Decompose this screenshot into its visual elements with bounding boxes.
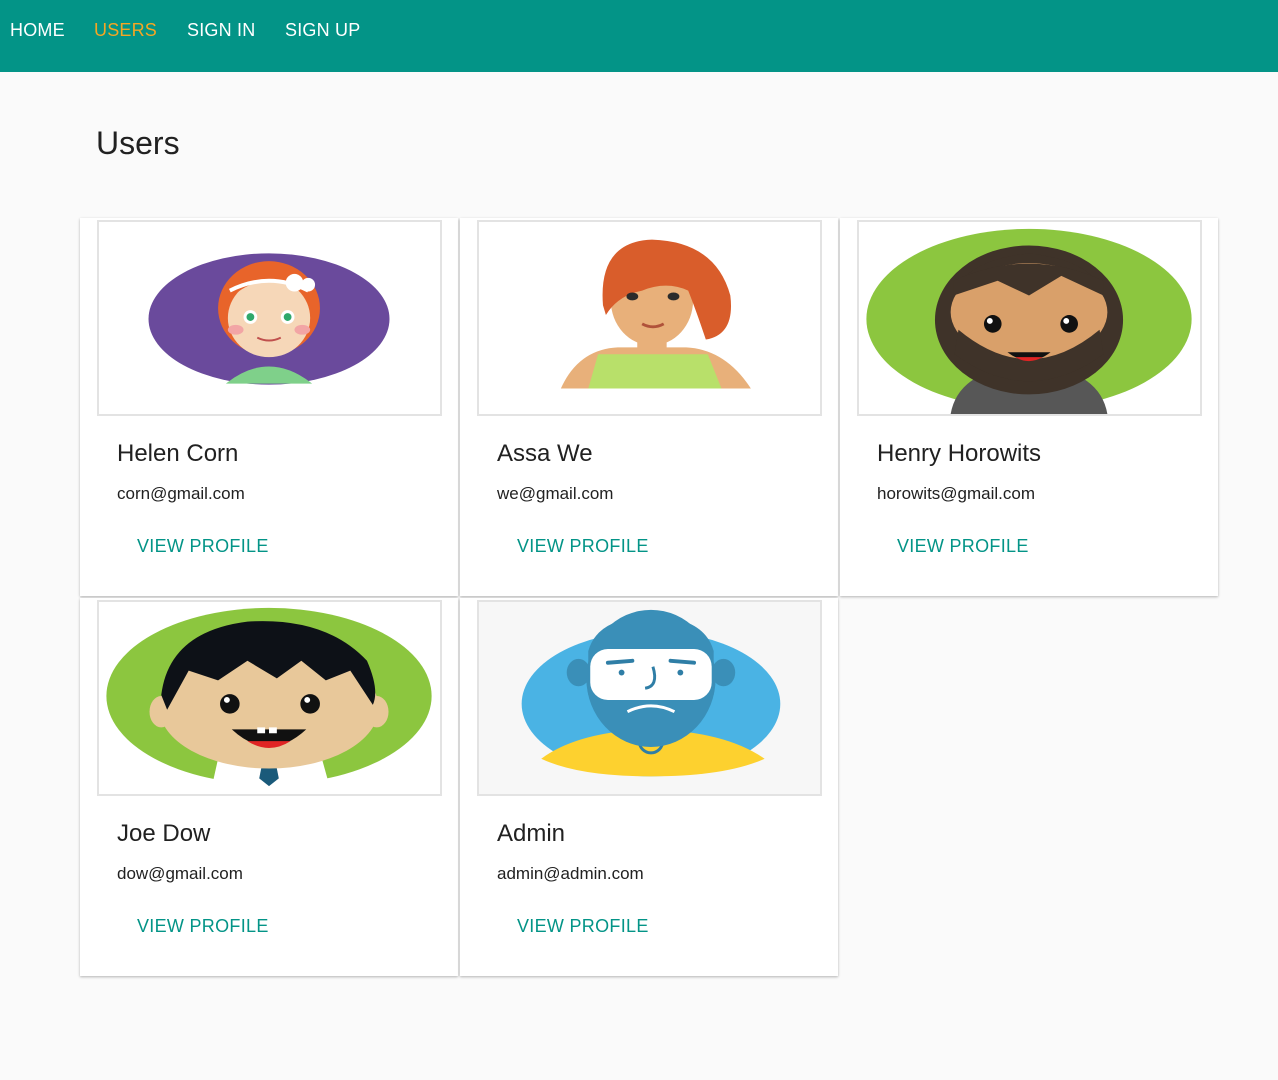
user-card: Helen Corn corn@gmail.com VIEW PROFILE [80, 218, 458, 596]
user-name: Joe Dow [117, 820, 211, 847]
user-card: Joe Dow dow@gmail.com VIEW PROFILE [80, 598, 458, 976]
view-profile-button[interactable]: VIEW PROFILE [517, 536, 649, 556]
view-profile-button[interactable]: VIEW PROFILE [137, 916, 269, 936]
user-name: Admin [497, 820, 566, 847]
avatar-bearded-man-icon [860, 222, 1199, 414]
user-name: Assa We [497, 440, 593, 467]
app-bar: HOME USERS SIGN IN SIGN UP [0, 0, 1278, 72]
user-card: Henry Horowits horowits@gmail.com VIEW P… [840, 218, 1218, 596]
user-email: dow@gmail.com [117, 864, 243, 883]
avatar-image [97, 220, 442, 416]
nav-users[interactable]: USERS [94, 19, 157, 41]
avatar-boy-icon [100, 602, 439, 794]
avatar-image [477, 600, 822, 796]
nav-sign-up[interactable]: SIGN UP [285, 19, 360, 41]
avatar-woman-icon [480, 222, 819, 414]
user-card: Admin admin@admin.com VIEW PROFILE [460, 598, 838, 976]
user-email: corn@gmail.com [117, 484, 245, 503]
avatar-image [477, 220, 822, 416]
user-email: we@gmail.com [497, 484, 614, 503]
user-card: Assa We we@gmail.com VIEW PROFILE [460, 218, 838, 596]
view-profile-button[interactable]: VIEW PROFILE [137, 536, 269, 556]
nav-home[interactable]: HOME [10, 19, 65, 41]
avatar-girl-icon [100, 222, 439, 414]
avatar-image [97, 600, 442, 796]
page-title: Users [96, 125, 180, 161]
view-profile-button[interactable]: VIEW PROFILE [517, 916, 649, 936]
user-email: horowits@gmail.com [877, 484, 1036, 503]
view-profile-button[interactable]: VIEW PROFILE [897, 536, 1029, 556]
user-email: admin@admin.com [497, 864, 644, 883]
user-name: Helen Corn [117, 440, 239, 467]
user-name: Henry Horowits [877, 440, 1042, 467]
avatar-admin-icon [480, 602, 819, 794]
avatar-image [857, 220, 1202, 416]
nav-sign-in[interactable]: SIGN IN [187, 19, 255, 41]
